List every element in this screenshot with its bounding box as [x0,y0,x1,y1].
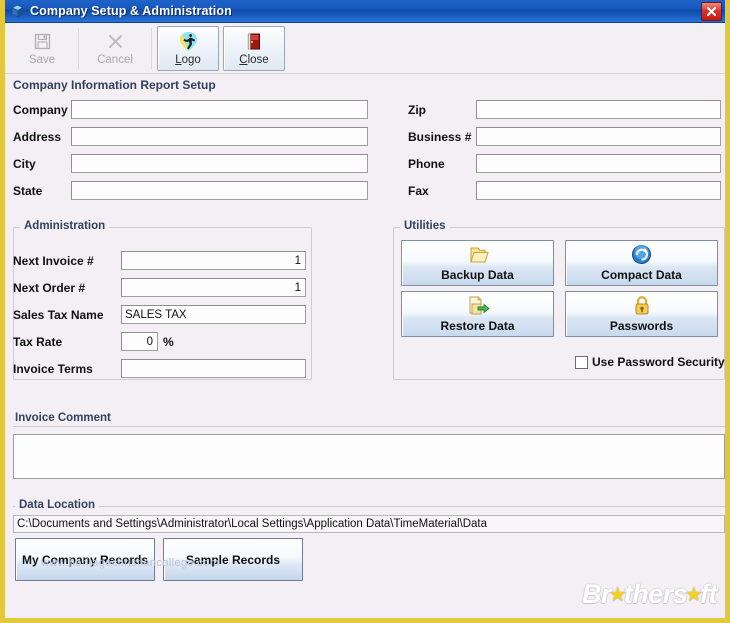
field-row-business: Business # [408,127,721,146]
cancel-button-label: Cancel [97,54,133,67]
business-number-input[interactable] [476,127,721,146]
cancel-x-icon [106,30,125,52]
sales-tax-name-label: Sales Tax Name [13,307,104,322]
zip-input[interactable] [476,100,721,119]
invoice-comment-textarea[interactable] [13,434,725,479]
backup-data-button[interactable]: Backup Data [401,240,554,286]
field-row-tax-rate: Tax Rate % [13,332,174,351]
brothersoft-watermark: Br ★ thers ★ ft [581,579,718,610]
logo-button[interactable]: LLogoogo [157,26,219,71]
star-icon-1: ★ [609,584,625,604]
zip-label: Zip [408,102,426,117]
passwords-label: Passwords [609,319,674,333]
state-label: State [13,183,43,198]
use-password-security-label: Use Password Security [592,355,725,369]
padlock-icon [633,292,651,319]
logo-button-label: LLogoogo [175,54,201,67]
field-row-state: State [13,181,368,200]
fax-input[interactable] [476,181,721,200]
restore-data-button[interactable]: Restore Data [401,291,554,337]
cube-icon [9,3,25,19]
company-label: Company [13,102,68,117]
business-number-label: Business # [408,129,472,144]
field-row-fax: Fax [408,181,721,200]
compact-data-button[interactable]: Compact Data [565,240,718,286]
save-disk-icon [33,30,52,52]
logo-runner-icon [178,30,199,52]
document-arrow-icon [466,292,490,319]
data-location-legend: Data Location [15,499,100,511]
company-input[interactable] [71,100,368,119]
data-location-divider [13,506,725,507]
field-row-zip: Zip [408,100,721,119]
my-company-records-label: My Company Records [21,552,149,567]
backup-data-label: Backup Data [441,268,514,282]
field-row-next-invoice: Next Invoice # [13,251,306,270]
field-row-phone: Phone [408,154,721,173]
address-input[interactable] [71,127,368,146]
percent-symbol: % [163,334,174,349]
close-icon[interactable] [701,2,722,21]
cancel-button[interactable]: Cancel [84,26,146,71]
report-setup-title: Company Information Report Setup [13,78,216,92]
field-row-company: Company [13,100,368,119]
restore-data-label: Restore Data [440,319,515,333]
refresh-circle-icon [631,241,652,268]
brand-text-1: Br [581,579,612,609]
next-invoice-input[interactable] [121,251,306,270]
use-password-security-checkbox[interactable] [575,355,588,369]
close-window-button-label: Close [239,54,269,67]
field-row-sales-tax-name: Sales Tax Name [13,305,306,324]
close-door-icon [245,30,264,52]
use-password-security-row[interactable]: Use Password Security [575,355,725,369]
compact-data-label: Compact Data [601,268,682,282]
save-button-label: Save [28,54,56,67]
content-area: Company Information Report Setup Company… [5,74,725,581]
window-title: Company Setup & Administration [30,4,232,18]
administration-legend: Administration [20,220,110,232]
tax-rate-input[interactable] [121,332,158,351]
invoice-comment-legend: Invoice Comment [13,412,115,424]
invoice-terms-input[interactable] [121,359,306,378]
close-window-button[interactable]: Close [223,26,285,71]
utilities-legend: Utilities [400,220,450,232]
sales-tax-name-input[interactable] [121,305,306,324]
toolbar-separator-1 [78,28,79,69]
field-row-address: Address [13,127,368,146]
sample-records-button[interactable]: Sample Records [163,538,303,581]
application-window: Company Setup & Administration Save Canc… [0,0,730,623]
sample-records-label: Sample Records [185,552,281,567]
save-button[interactable]: Save [11,26,73,71]
title-bar: Company Setup & Administration [5,0,725,23]
field-row-next-order: Next Order # [13,278,306,297]
fax-label: Fax [408,183,429,198]
next-order-label: Next Order # [13,280,86,295]
data-location-path[interactable]: C:\Documents and Settings\Administrator\… [13,515,725,533]
field-row-invoice-terms: Invoice Terms [13,359,306,378]
phone-label: Phone [408,156,445,171]
brand-text-2: thers [623,579,688,609]
tax-rate-label: Tax Rate [13,334,63,349]
passwords-button[interactable]: Passwords [565,291,718,337]
next-invoice-label: Next Invoice # [13,253,94,268]
address-label: Address [13,129,62,144]
phone-input[interactable] [476,154,721,173]
city-label: City [13,156,36,171]
folder-icon [467,241,489,268]
toolbar-separator-2 [151,28,152,69]
field-row-city: City [13,154,368,173]
city-input[interactable] [71,154,368,173]
invoice-comment-divider [13,426,725,427]
administration-group: Administration [13,220,312,380]
my-company-records-button[interactable]: My Company Records [15,538,155,581]
invoice-terms-label: Invoice Terms [13,361,93,376]
brand-text-3: ft [700,579,717,609]
next-order-input[interactable] [121,278,306,297]
star-icon-2: ★ [686,584,702,604]
state-input[interactable] [71,181,368,200]
toolbar: Save Cancel LLogoogo [5,23,725,74]
